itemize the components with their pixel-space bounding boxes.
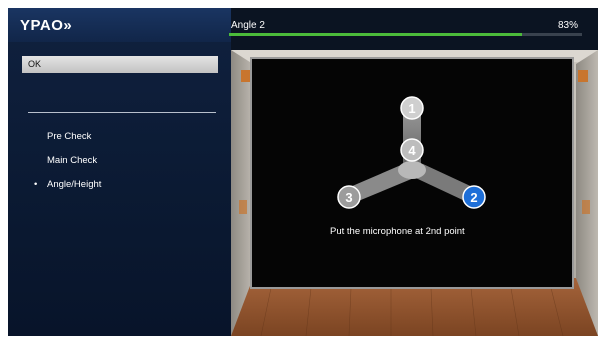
mic-point-4: 4 [400,138,424,162]
brand-bar: YPAO» [8,8,231,42]
instruction-text: Put the microphone at 2nd point [330,226,465,237]
room-illustration: 1 4 3 2 [231,50,598,336]
mic-point-4-label: 4 [408,143,416,158]
sidebar: YPAO» OK Pre Check Main Check • Angle/He… [8,8,231,336]
ok-button[interactable]: OK [22,56,218,73]
progress-percent: 83% [558,20,579,31]
menu-item-main-check[interactable]: Main Check [47,155,97,166]
mic-point-2-label: 2 [470,190,477,205]
mic-point-1-label: 1 [408,101,415,116]
step-label: Angle 2 [231,20,265,31]
front-right-speaker [578,70,588,82]
progress-bar-fill [229,33,522,36]
mic-point-1: 1 [400,96,424,120]
ypao-logo: YPAO» [20,17,73,34]
side-left-speaker [239,200,247,214]
front-left-speaker [241,70,251,82]
active-bullet-icon: • [34,179,38,190]
sidebar-divider [28,112,216,113]
side-right-speaker [582,200,590,214]
mic-point-3-label: 3 [345,190,352,205]
mic-point-3: 3 [337,185,361,209]
progress-bar [229,33,582,36]
menu-item-angle-height[interactable]: Angle/Height [47,179,101,190]
menu-item-pre-check[interactable]: Pre Check [47,131,91,142]
status-bar [231,8,598,50]
mic-point-2: 2 [462,185,486,209]
